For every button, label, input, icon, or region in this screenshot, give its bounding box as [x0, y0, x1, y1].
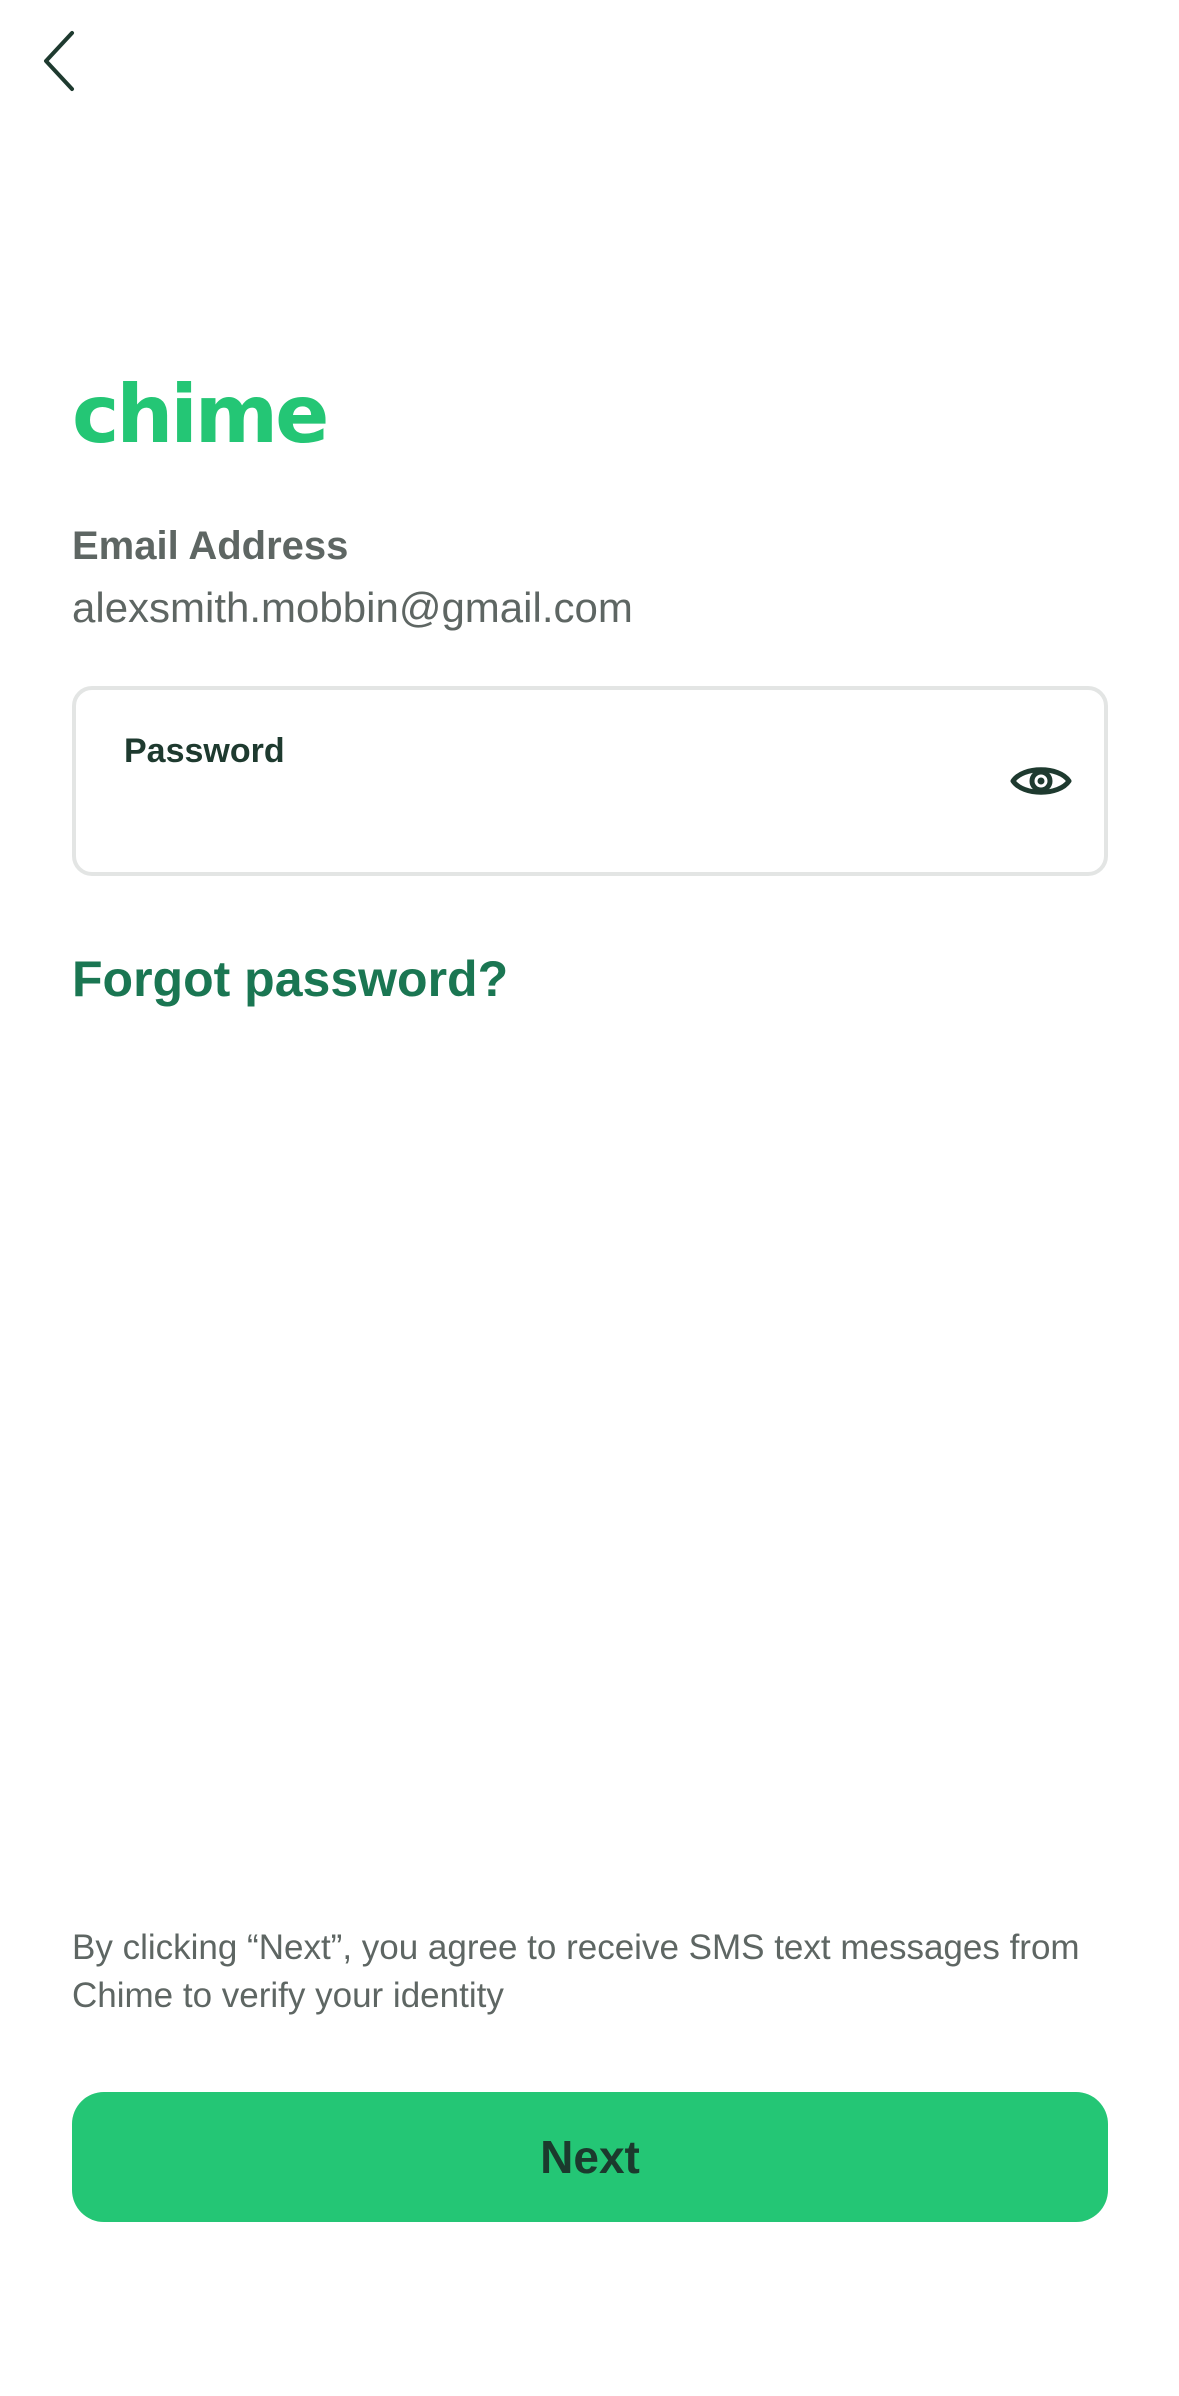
chime-logo: chime: [72, 370, 329, 460]
logo-text: chime: [72, 368, 329, 461]
password-label: Password: [124, 732, 285, 770]
email-value: alexsmith.mobbin@gmail.com: [72, 584, 633, 631]
email-label: Email Address: [72, 524, 349, 568]
show-password-toggle[interactable]: [1008, 753, 1074, 813]
forgot-password-link[interactable]: Forgot password?: [72, 950, 508, 1008]
next-button[interactable]: Next: [72, 2092, 1108, 2222]
password-input[interactable]: [124, 790, 988, 842]
eye-icon: [1010, 761, 1072, 806]
back-button[interactable]: [30, 28, 90, 98]
sms-disclaimer: By clicking “Next”, you agree to receive…: [72, 1928, 1080, 2015]
chevron-left-icon: [40, 29, 80, 98]
password-field[interactable]: Password: [72, 686, 1108, 876]
